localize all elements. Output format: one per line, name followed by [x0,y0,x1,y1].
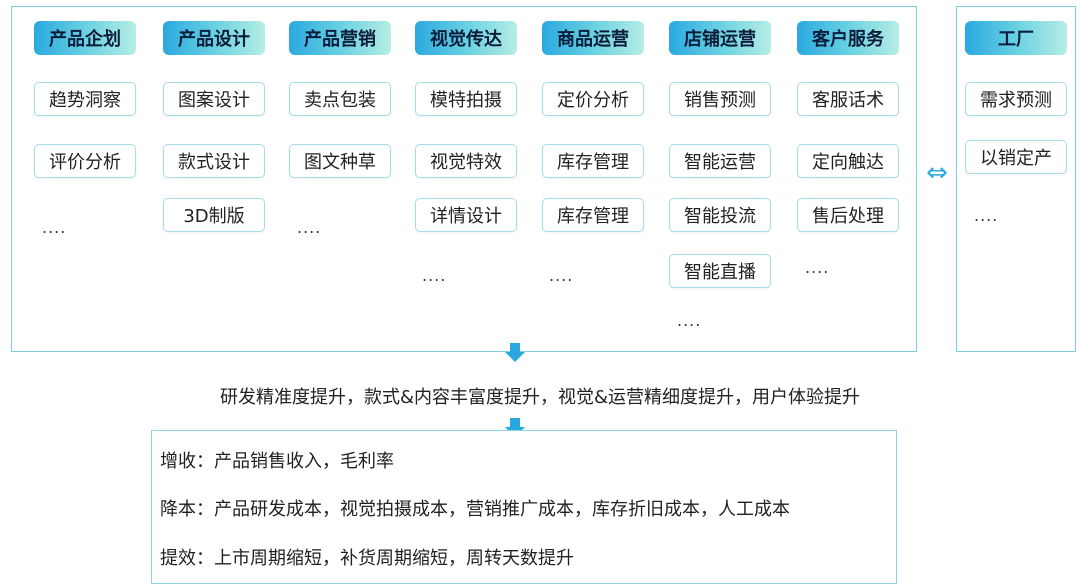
factory-panel [956,6,1076,352]
result-cost-reduction: 降本：产品研发成本，视觉拍摄成本，营销推广成本，库存折旧成本，人工成本 [160,499,790,520]
header-factory: 工厂 [965,21,1067,55]
results-panel: 增收：产品销售收入，毛利率 降本：产品研发成本，视觉拍摄成本，营销推广成本，库存… [151,430,897,584]
more-ellipsis: .... [805,258,830,277]
more-ellipsis: .... [422,266,447,285]
item-detail-design: 详情设计 [415,198,517,232]
item-pricing-analysis: 定价分析 [542,82,644,116]
item-inventory-management-2: 库存管理 [542,198,644,232]
item-content-seeding: 图文种草 [289,144,391,178]
item-after-sales: 售后处理 [797,198,899,232]
more-ellipsis: .... [297,218,322,237]
header-product-design: 产品设计 [163,21,265,55]
functions-panel [11,6,917,352]
item-selling-point-packaging: 卖点包装 [289,82,391,116]
item-smart-ad-placement: 智能投流 [669,198,771,232]
header-merchandise-operation: 商品运营 [542,21,644,55]
item-inventory-management: 库存管理 [542,144,644,178]
item-review-analysis: 评价分析 [34,144,136,178]
item-model-shooting: 模特拍摄 [415,82,517,116]
result-revenue: 增收：产品销售收入，毛利率 [160,451,394,472]
item-smart-livestream: 智能直播 [669,254,771,288]
header-store-operation: 店铺运营 [669,21,771,55]
item-smart-operation: 智能运营 [669,144,771,178]
more-ellipsis: .... [974,206,999,225]
header-product-marketing: 产品营销 [289,21,391,55]
item-produce-by-sales: 以销定产 [965,140,1067,174]
more-ellipsis: .... [42,218,67,237]
more-ellipsis: .... [549,266,574,285]
header-product-planning: 产品企划 [34,21,136,55]
item-service-scripts: 客服话术 [797,82,899,116]
header-customer-service: 客户服务 [797,21,899,55]
item-pattern-design: 图案设计 [163,82,265,116]
header-visual-communication: 视觉传达 [415,21,517,55]
item-trend-insight: 趋势洞察 [34,82,136,116]
item-visual-effects: 视觉特效 [415,144,517,178]
result-efficiency: 提效：上市周期缩短，补货周期缩短，周转天数提升 [160,548,574,569]
more-ellipsis: .... [677,311,702,330]
item-3d-patternmaking: 3D制版 [163,198,265,232]
item-targeted-reach: 定向触达 [797,144,899,178]
bidirectional-arrow-icon: ⇔ [926,158,948,188]
item-demand-forecast: 需求预测 [965,82,1067,116]
item-style-design: 款式设计 [163,144,265,178]
item-sales-forecast: 销售预测 [669,82,771,116]
summary-text: 研发精准度提升，款式&内容丰富度提升，视觉&运营精细度提升，用户体验提升 [219,387,861,408]
